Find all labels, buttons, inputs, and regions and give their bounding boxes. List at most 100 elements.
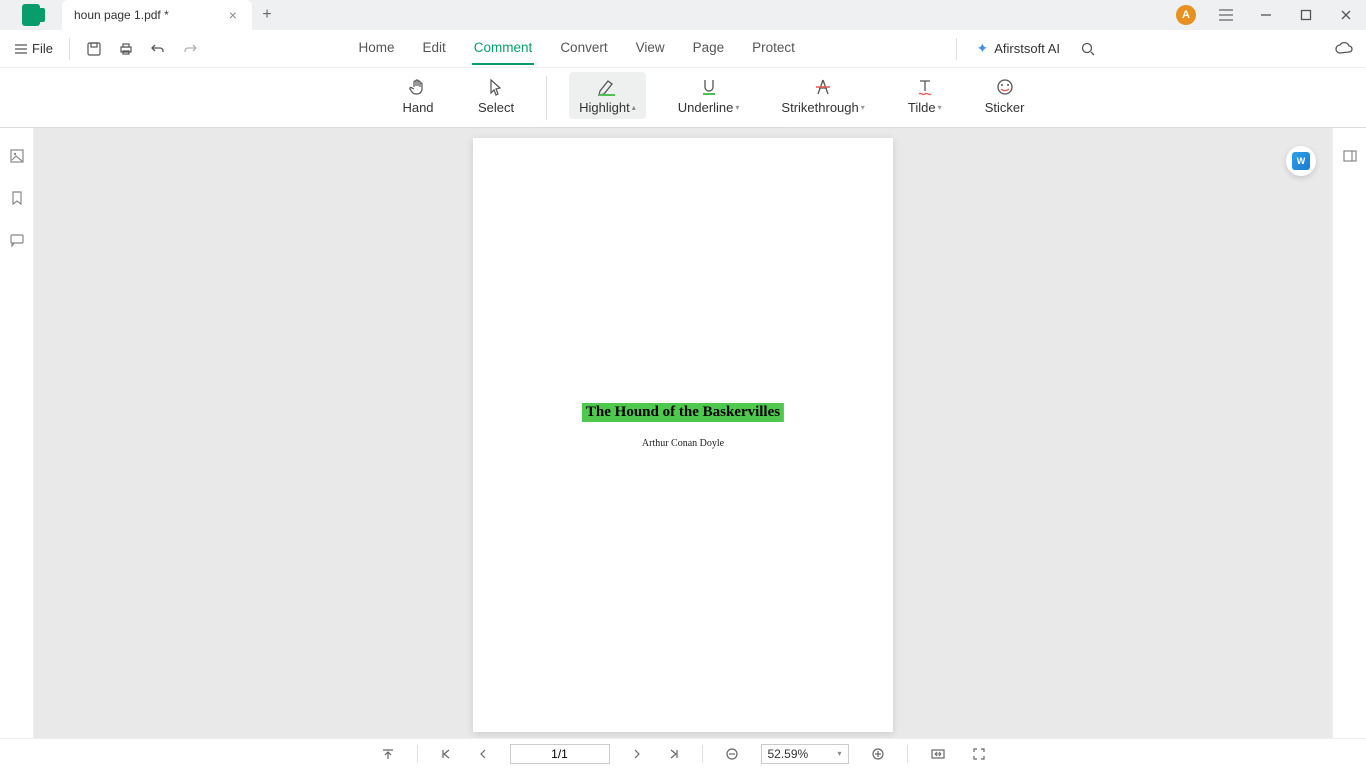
chevron-down-icon: ▾: [837, 749, 841, 758]
divider: [702, 745, 703, 763]
undo-button[interactable]: [144, 35, 172, 63]
sticker-tool[interactable]: Sticker: [975, 72, 1035, 119]
highlight-tool[interactable]: Highlight▴: [569, 72, 646, 119]
file-menu-button[interactable]: File: [8, 37, 59, 60]
right-sidebar: [1332, 128, 1366, 738]
right-panel-button[interactable]: [1339, 146, 1361, 166]
highlight-icon: [596, 76, 618, 98]
chevron-down-icon: ▾: [938, 103, 942, 112]
titlebar: houn page 1.pdf * × + A: [0, 0, 1366, 30]
document-title[interactable]: The Hound of the Baskervilles: [582, 403, 784, 422]
divider: [907, 745, 908, 763]
save-button[interactable]: [80, 35, 108, 63]
underline-label: Underline: [678, 100, 734, 115]
search-icon: [1080, 41, 1096, 57]
ai-button[interactable]: ✦ Afirstsoft AI: [977, 40, 1060, 57]
chevron-up-icon: ▴: [632, 103, 636, 112]
close-icon: [1340, 9, 1352, 21]
pdf-page: The Hound of the Baskervilles Arthur Con…: [473, 138, 893, 732]
fit-width-button[interactable]: [926, 746, 950, 762]
document-author[interactable]: Arthur Conan Doyle: [642, 438, 724, 449]
zoom-level-select[interactable]: 52.59% ▾: [761, 744, 849, 764]
print-icon: [118, 41, 134, 57]
statusbar: 52.59% ▾: [0, 738, 1366, 768]
close-icon[interactable]: ×: [229, 7, 237, 23]
document-viewport[interactable]: The Hound of the Baskervilles Arthur Con…: [34, 128, 1332, 738]
hamburger-icon: [1218, 8, 1234, 22]
word-icon: W: [1292, 152, 1310, 170]
last-page-button[interactable]: [664, 746, 684, 762]
prev-page-button[interactable]: [474, 746, 492, 762]
fit-page-button[interactable]: [968, 745, 990, 763]
zoom-out-button[interactable]: [721, 745, 743, 763]
select-tool[interactable]: Select: [468, 72, 524, 119]
comment-toolbar: Hand Select Highlight▴ Underline▾ Strike…: [0, 68, 1366, 128]
save-icon: [86, 41, 102, 57]
zoom-value: 52.59%: [768, 747, 809, 761]
bookmarks-button[interactable]: [6, 188, 28, 208]
select-label: Select: [478, 100, 514, 115]
main-area: The Hound of the Baskervilles Arthur Con…: [0, 128, 1366, 738]
page-number-input[interactable]: [510, 744, 610, 764]
minimize-button[interactable]: [1246, 0, 1286, 30]
thumbnails-button[interactable]: [6, 146, 28, 166]
menu-item-edit[interactable]: Edit: [421, 32, 448, 65]
hamburger-menu-button[interactable]: [1206, 0, 1246, 30]
new-tab-button[interactable]: +: [252, 0, 282, 30]
main-menu: Home Edit Comment Convert View Page Prot…: [208, 32, 946, 65]
sticker-icon: [994, 76, 1016, 98]
tab-active[interactable]: houn page 1.pdf * ×: [62, 0, 252, 30]
avatar[interactable]: A: [1176, 5, 1196, 25]
menu-item-protect[interactable]: Protect: [750, 32, 797, 65]
left-sidebar: [0, 128, 34, 738]
cloud-icon: [1334, 41, 1354, 57]
menu-item-page[interactable]: Page: [691, 32, 727, 65]
menubar: File Home Edit Comment Convert View Page…: [0, 30, 1366, 68]
scroll-top-button[interactable]: [377, 745, 399, 763]
comments-button[interactable]: [6, 230, 28, 250]
menu-item-view[interactable]: View: [634, 32, 667, 65]
menu-item-comment[interactable]: Comment: [472, 32, 535, 65]
cursor-icon: [485, 76, 507, 98]
maximize-icon: [1300, 9, 1312, 21]
chevron-down-icon: ▾: [735, 103, 739, 112]
highlight-label: Highlight: [579, 100, 630, 115]
strikethrough-label: Strikethrough: [781, 100, 858, 115]
strikethrough-icon: [812, 76, 834, 98]
tilde-icon: [914, 76, 936, 98]
divider: [417, 745, 418, 763]
divider: [546, 76, 547, 120]
minimize-icon: [1259, 8, 1273, 22]
close-window-button[interactable]: [1326, 0, 1366, 30]
cloud-button[interactable]: [1330, 35, 1358, 63]
tilde-tool[interactable]: Tilde▾: [897, 72, 953, 119]
undo-icon: [150, 41, 166, 57]
underline-icon: [698, 76, 720, 98]
file-label: File: [32, 41, 53, 56]
next-page-button[interactable]: [628, 746, 646, 762]
underline-tool[interactable]: Underline▾: [668, 72, 750, 119]
hamburger-icon: [14, 43, 28, 55]
menu-item-convert[interactable]: Convert: [558, 32, 609, 65]
tilde-label: Tilde: [908, 100, 936, 115]
app-logo: [0, 0, 62, 30]
hand-label: Hand: [402, 100, 433, 115]
tab-title: houn page 1.pdf *: [74, 8, 169, 22]
hand-icon: [407, 76, 429, 98]
convert-word-button[interactable]: W: [1286, 146, 1316, 176]
print-button[interactable]: [112, 35, 140, 63]
redo-icon: [182, 41, 198, 57]
divider: [956, 38, 957, 60]
first-page-button[interactable]: [436, 746, 456, 762]
maximize-button[interactable]: [1286, 0, 1326, 30]
sparkle-icon: ✦: [977, 40, 989, 57]
divider: [69, 38, 70, 60]
redo-button[interactable]: [176, 35, 204, 63]
ai-label: Afirstsoft AI: [994, 41, 1060, 56]
menu-item-home[interactable]: Home: [357, 32, 397, 65]
strikethrough-tool[interactable]: Strikethrough▾: [771, 72, 874, 119]
hand-tool[interactable]: Hand: [390, 72, 446, 119]
sticker-label: Sticker: [985, 100, 1025, 115]
search-button[interactable]: [1074, 35, 1102, 63]
zoom-in-button[interactable]: [867, 745, 889, 763]
